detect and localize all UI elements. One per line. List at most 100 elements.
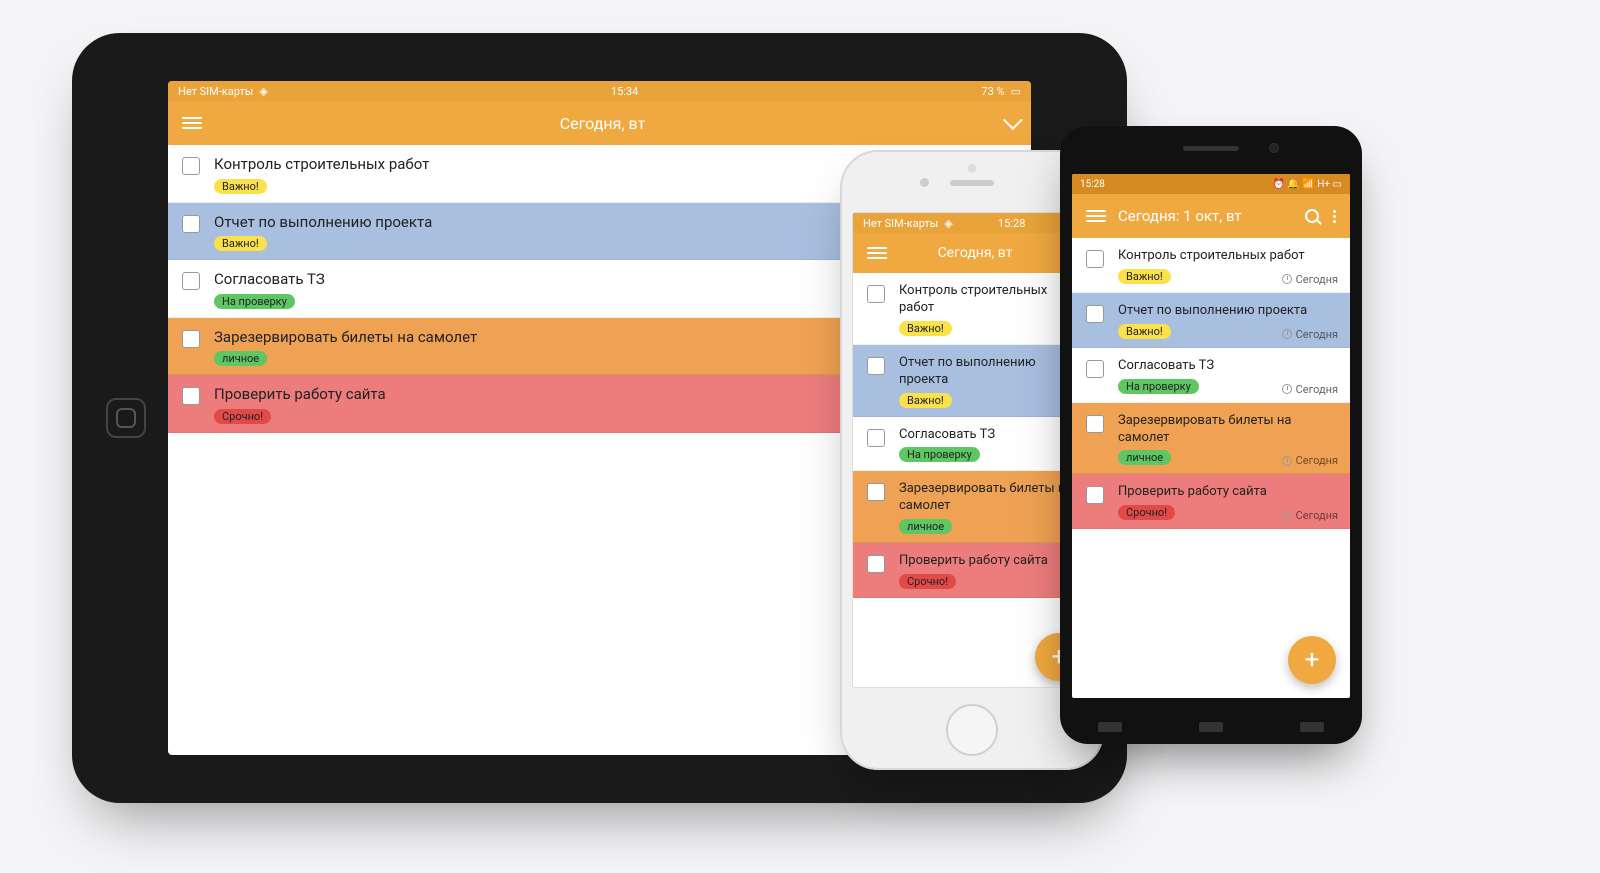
task-title: Отчет по выполнению проекта: [899, 355, 1077, 389]
menu-icon[interactable]: [1086, 210, 1106, 222]
wifi-icon: ◈: [944, 217, 952, 230]
task-row[interactable]: Контроль строительных работ Важно! Сегодня: [1072, 238, 1350, 293]
android-statusbar: 15:28 ⏰ 🔔 📶 H+ ▭: [1072, 174, 1350, 194]
status-icons: ⏰ 🔔 📶 H+ ▭: [1272, 179, 1342, 190]
task-tag: На проверку: [1118, 379, 1199, 394]
task-checkbox[interactable]: [182, 387, 200, 405]
task-checkbox[interactable]: [867, 555, 885, 573]
iphone-home-button[interactable]: [946, 704, 998, 756]
task-tag: Важно!: [214, 236, 267, 251]
home-key[interactable]: [1199, 722, 1223, 732]
task-row[interactable]: Согласовать ТЗ На проверку: [853, 417, 1091, 472]
sim-status: Нет SIM-карты: [178, 85, 253, 98]
menu-icon[interactable]: [867, 247, 887, 259]
task-checkbox[interactable]: [1086, 250, 1104, 268]
iphone-appbar: Сегодня, вт: [853, 233, 1091, 273]
task-row[interactable]: Согласовать ТЗ На проверку Сегодня: [1072, 348, 1350, 403]
status-time: 15:34: [611, 85, 638, 98]
add-task-button[interactable]: +: [1288, 636, 1336, 684]
task-row[interactable]: Отчет по выполнению проекта Важно! Сегодня: [1072, 293, 1350, 348]
task-title: Контроль строительных работ: [899, 283, 1077, 317]
task-checkbox[interactable]: [867, 357, 885, 375]
android-nav-keys: [1060, 722, 1362, 732]
task-tag: Важно!: [899, 393, 952, 408]
android-screen: 15:28 ⏰ 🔔 📶 H+ ▭ Сегодня: 1 окт, вт Конт…: [1072, 174, 1350, 698]
task-checkbox[interactable]: [1086, 305, 1104, 323]
task-row[interactable]: Отчет по выполнению проекта Важно!: [853, 345, 1091, 417]
menu-icon[interactable]: [182, 117, 202, 129]
task-title: Зарезервировать билеты на самолет: [1118, 413, 1336, 447]
task-tag: Срочно!: [214, 409, 271, 424]
iphone-sensor-icon: [968, 164, 977, 173]
task-checkbox[interactable]: [1086, 415, 1104, 433]
task-due: Сегодня: [1282, 383, 1338, 396]
task-row[interactable]: Зарезервировать билеты на самолет личное С…: [1072, 403, 1350, 475]
android-task-list: Контроль строительных работ Важно! Сегодня…: [1072, 238, 1350, 529]
task-checkbox[interactable]: [1086, 360, 1104, 378]
recent-key[interactable]: [1300, 722, 1324, 732]
task-tag: личное: [214, 351, 267, 366]
task-due: Сегодня: [1282, 328, 1338, 341]
task-tag: личное: [899, 519, 952, 534]
task-checkbox[interactable]: [867, 285, 885, 303]
chevron-down-icon[interactable]: [1003, 110, 1023, 130]
iphone-screen: Нет SIM-карты ◈ 15:28 ▭ Сегодня, вт Конт…: [852, 212, 1092, 688]
task-tag: Важно!: [899, 321, 952, 336]
sim-status: Нет SIM-карты: [863, 217, 938, 230]
page-title: Сегодня, вт: [202, 114, 1003, 133]
page-title: Сегодня: 1 окт, вт: [1106, 207, 1305, 225]
task-checkbox[interactable]: [1086, 486, 1104, 504]
task-tag: личное: [1118, 450, 1171, 465]
task-title: Контроль строительных работ: [1118, 248, 1336, 265]
task-checkbox[interactable]: [182, 157, 200, 175]
tablet-home-button[interactable]: [106, 398, 146, 438]
task-due: Сегодня: [1282, 509, 1338, 522]
task-row[interactable]: Контроль строительных работ Важно!: [853, 273, 1091, 345]
status-time: 15:28: [1080, 179, 1105, 190]
android-device: 15:28 ⏰ 🔔 📶 H+ ▭ Сегодня: 1 окт, вт Конт…: [1060, 126, 1362, 744]
task-tag: Важно!: [214, 179, 267, 194]
task-checkbox[interactable]: [182, 272, 200, 290]
iphone-camera-icon: [920, 178, 929, 187]
page-title: Сегодня, вт: [887, 245, 1063, 261]
task-title: Зарезервировать билеты на самолет: [899, 481, 1077, 515]
task-row[interactable]: Проверить работу сайта Срочно!: [853, 543, 1091, 598]
task-tag: Важно!: [1118, 324, 1171, 339]
task-row[interactable]: Зарезервировать билеты на самолет личное: [853, 471, 1091, 543]
task-tag: На проверку: [214, 294, 295, 309]
task-due: Сегодня: [1282, 273, 1338, 286]
task-title: Согласовать ТЗ: [1118, 358, 1336, 375]
task-title: Согласовать ТЗ: [899, 427, 1077, 444]
wifi-icon: ◈: [259, 85, 267, 98]
more-icon[interactable]: [1333, 210, 1336, 223]
android-speaker-icon: [1183, 146, 1239, 151]
back-key[interactable]: [1098, 722, 1122, 732]
status-time: 15:28: [998, 217, 1025, 230]
task-checkbox[interactable]: [867, 429, 885, 447]
tablet-statusbar: Нет SIM-карты ◈ 15:34 73 % ▭: [168, 81, 1031, 101]
battery-icon: ▭: [1011, 85, 1021, 98]
search-icon[interactable]: [1305, 209, 1319, 223]
clock-icon: [1282, 511, 1292, 521]
task-tag: Важно!: [1118, 269, 1171, 284]
task-due: Сегодня: [1282, 454, 1338, 467]
android-camera-icon: [1269, 143, 1279, 153]
task-tag: Срочно!: [1118, 505, 1175, 520]
clock-icon: [1282, 274, 1292, 284]
task-tag: Срочно!: [899, 574, 956, 589]
iphone-speaker-icon: [950, 180, 994, 186]
iphone-task-list: Контроль строительных работВажно!Отчет п…: [853, 273, 1091, 598]
task-tag: На проверку: [899, 447, 980, 462]
task-row[interactable]: Проверить работу сайта Срочно! Сегодня: [1072, 474, 1350, 529]
task-title: Проверить работу сайта: [899, 553, 1077, 570]
clock-icon: [1282, 384, 1292, 394]
task-checkbox[interactable]: [867, 483, 885, 501]
clock-icon: [1282, 456, 1292, 466]
tablet-appbar: Сегодня, вт: [168, 101, 1031, 145]
task-title: Отчет по выполнению проекта: [1118, 303, 1336, 320]
task-checkbox[interactable]: [182, 330, 200, 348]
android-appbar: Сегодня: 1 окт, вт: [1072, 194, 1350, 238]
task-title: Проверить работу сайта: [1118, 484, 1336, 501]
task-checkbox[interactable]: [182, 215, 200, 233]
battery-percent: 73 %: [981, 85, 1004, 98]
